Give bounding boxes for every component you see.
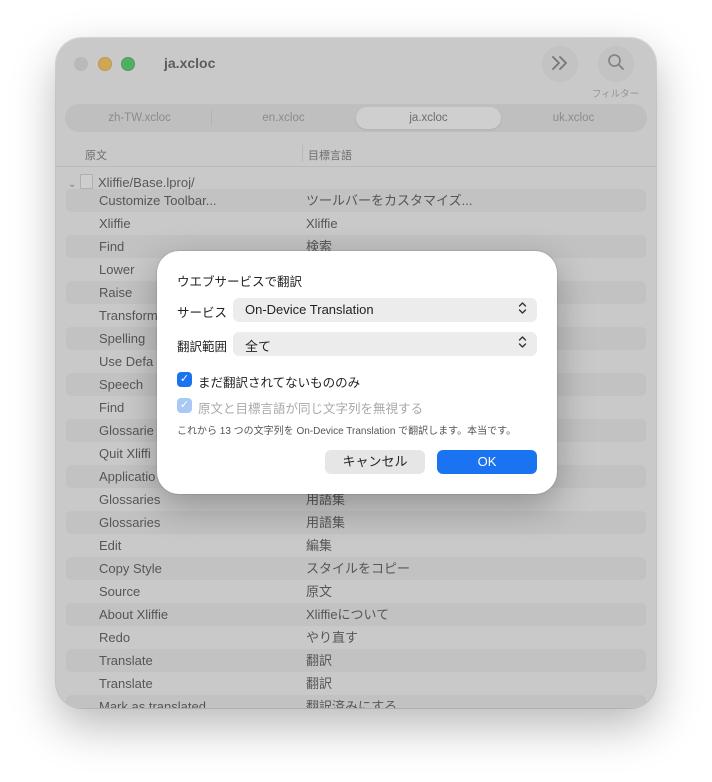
checkmark-icon: ✓ — [179, 399, 190, 411]
up-down-chevron-icon — [518, 301, 527, 317]
cancel-button[interactable]: キャンセル — [325, 450, 425, 474]
scope-value: 全て — [245, 339, 272, 354]
service-value: On-Device Translation — [245, 302, 374, 317]
ignore-same-checkbox: ✓ — [177, 398, 192, 413]
info-text: これから 13 つの文字列を On-Device Translation で翻訳… — [177, 426, 517, 437]
service-label: サービス — [177, 306, 228, 320]
up-down-chevron-icon — [518, 335, 527, 351]
ignore-same-label: 原文と目標言語が同じ文字列を無視する — [198, 402, 424, 416]
service-popup[interactable]: On-Device Translation — [233, 298, 537, 322]
scope-label: 翻訳範囲 — [177, 340, 228, 354]
scope-popup[interactable]: 全て — [233, 332, 537, 356]
checkmark-icon: ✓ — [179, 373, 190, 385]
untranslated-only-label[interactable]: まだ翻訳されてないもののみ — [198, 372, 360, 391]
dialog-title: ウエブサービスで翻訳 — [177, 275, 303, 289]
untranslated-only-checkbox[interactable]: ✓ — [177, 372, 192, 387]
ok-button[interactable]: OK — [437, 450, 537, 474]
translate-dialog: ウエブサービスで翻訳 サービス On-Device Translation 翻訳… — [157, 251, 557, 494]
